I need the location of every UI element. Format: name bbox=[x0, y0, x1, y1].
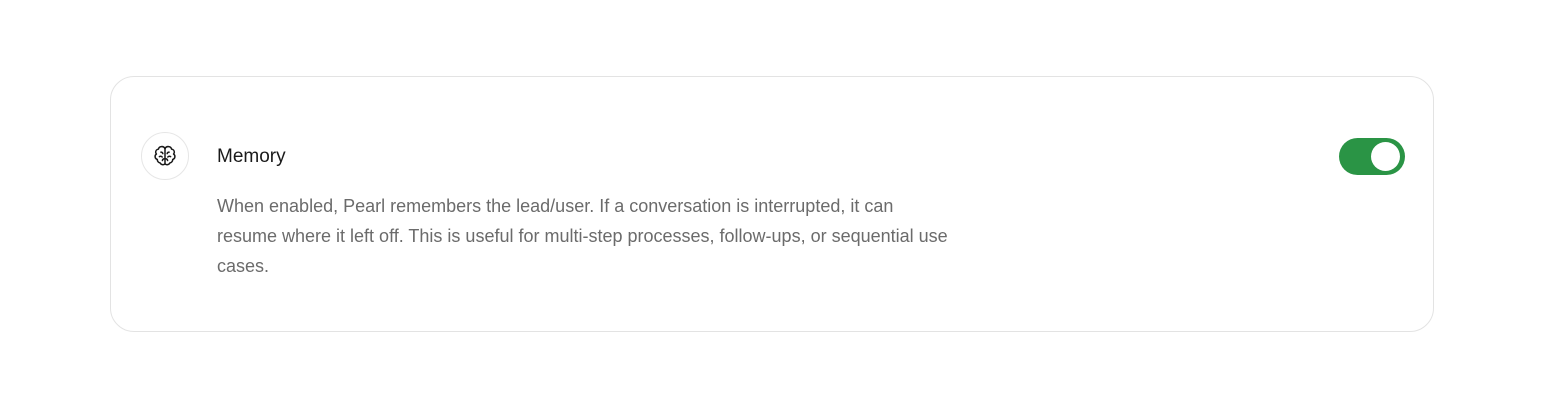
memory-toggle-switch[interactable] bbox=[1339, 138, 1405, 175]
memory-setting-card: Memory When enabled, Pearl remembers the… bbox=[110, 76, 1434, 332]
brain-icon bbox=[154, 145, 176, 166]
toggle-knob bbox=[1371, 142, 1400, 171]
setting-title: Memory bbox=[217, 146, 286, 167]
page: Memory When enabled, Pearl remembers the… bbox=[0, 0, 1562, 410]
setting-description: When enabled, Pearl remembers the lead/u… bbox=[217, 196, 948, 276]
memory-icon-badge bbox=[141, 132, 189, 180]
